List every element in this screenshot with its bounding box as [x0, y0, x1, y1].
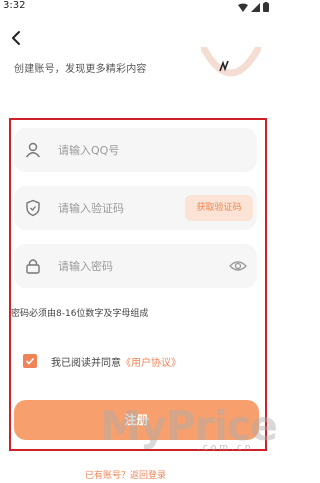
status-time: 3:32: [3, 0, 26, 11]
user-agreement-link[interactable]: 《用户协议》: [121, 354, 181, 369]
page-subtitle: 创建账号，发现更多精彩内容: [14, 64, 147, 75]
watermark-domain: .com.cn: [197, 443, 254, 453]
back-button[interactable]: [7, 28, 27, 48]
qq-number-field[interactable]: 请输入QQ号: [14, 128, 257, 172]
status-icons: [238, 2, 269, 12]
agreement-row: 我已阅读并同意 《用户协议》: [23, 353, 181, 369]
wifi-icon: [238, 3, 248, 12]
agreement-text: 我已阅读并同意: [51, 357, 121, 369]
lock-icon: [26, 259, 40, 274]
login-row: 已有账号？返回登录: [85, 468, 166, 481]
password-placeholder: 请输入密码: [58, 260, 113, 273]
password-hint: 密码必须由8-16位数字及字母组成: [11, 309, 149, 319]
decoration-illustration-icon: [201, 47, 261, 77]
qq-number-placeholder: 请输入QQ号: [58, 144, 120, 157]
return-login-link[interactable]: 返回登录: [130, 471, 166, 481]
get-code-button[interactable]: 获取验证码: [185, 195, 253, 221]
chevron-left-icon: [12, 31, 20, 45]
battery-icon: [263, 2, 269, 12]
signal-icon: [251, 2, 260, 12]
eye-icon[interactable]: [229, 258, 247, 274]
status-bar: 3:32: [0, 0, 273, 14]
agreement-checkbox[interactable]: [23, 354, 37, 368]
user-icon: [25, 142, 41, 158]
checkmark-icon: [25, 357, 35, 365]
verification-code-field[interactable]: 请输入验证码 获取验证码: [14, 186, 257, 230]
password-field[interactable]: 请输入密码: [14, 244, 257, 288]
shield-icon: [26, 199, 40, 217]
login-question: 已有账号？: [85, 471, 131, 481]
verification-code-placeholder: 请输入验证码: [58, 202, 124, 215]
